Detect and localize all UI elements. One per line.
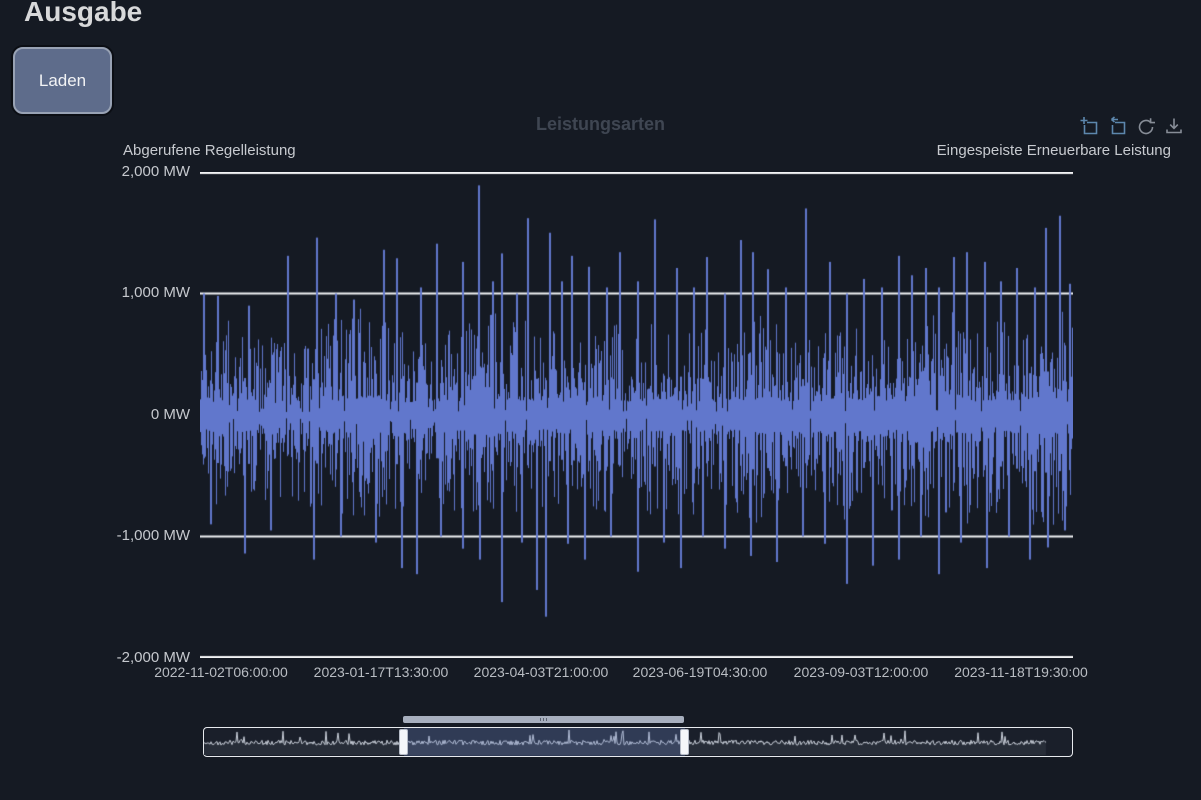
left-axis-title: Abgerufene Regelleistung [123, 142, 296, 159]
save-image-icon[interactable] [1163, 116, 1185, 138]
x-tick-label: 2023-06-19T04:30:00 [633, 664, 768, 680]
grip-dot [546, 718, 547, 721]
x-tick-label: 2023-04-03T21:00:00 [474, 664, 609, 680]
y-tick-label: -1,000 MW [40, 528, 190, 544]
y-tick-label: 1,000 MW [40, 285, 190, 301]
zoom-reset-icon[interactable] [1107, 116, 1129, 138]
y-tick-label: 0 MW [40, 407, 190, 423]
chart-title: Leistungsarten [0, 114, 1201, 135]
x-tick-label: 2023-09-03T12:00:00 [794, 664, 929, 680]
x-tick-label: 2023-11-18T19:30:00 [954, 664, 1088, 680]
x-tick-label: 2023-01-17T13:30:00 [314, 664, 449, 680]
datazoom-slider-track[interactable] [203, 727, 1073, 757]
grip-dot [540, 718, 541, 721]
load-button[interactable]: Laden [13, 47, 112, 114]
right-axis-title: Eingespeiste Erneuerbare Leistung [937, 142, 1171, 159]
datazoom-left-handle[interactable] [399, 729, 408, 755]
chart-toolbar [1079, 116, 1185, 138]
box-zoom-icon[interactable] [1079, 116, 1101, 138]
datazoom-selected-window[interactable] [404, 728, 685, 756]
x-tick-label: 2022-11-02T06:00:00 [154, 664, 288, 680]
restore-icon[interactable] [1135, 116, 1157, 138]
output-page: Ausgabe Laden Leistungsarten Abgerufene … [0, 0, 1201, 800]
main-chart-canvas[interactable] [200, 172, 1073, 658]
datazoom-drag-bar[interactable] [403, 716, 684, 723]
y-tick-label: 2,000 MW [40, 164, 190, 180]
grip-dot [543, 718, 544, 721]
page-title: Ausgabe [24, 0, 142, 28]
datazoom-right-handle[interactable] [680, 729, 689, 755]
